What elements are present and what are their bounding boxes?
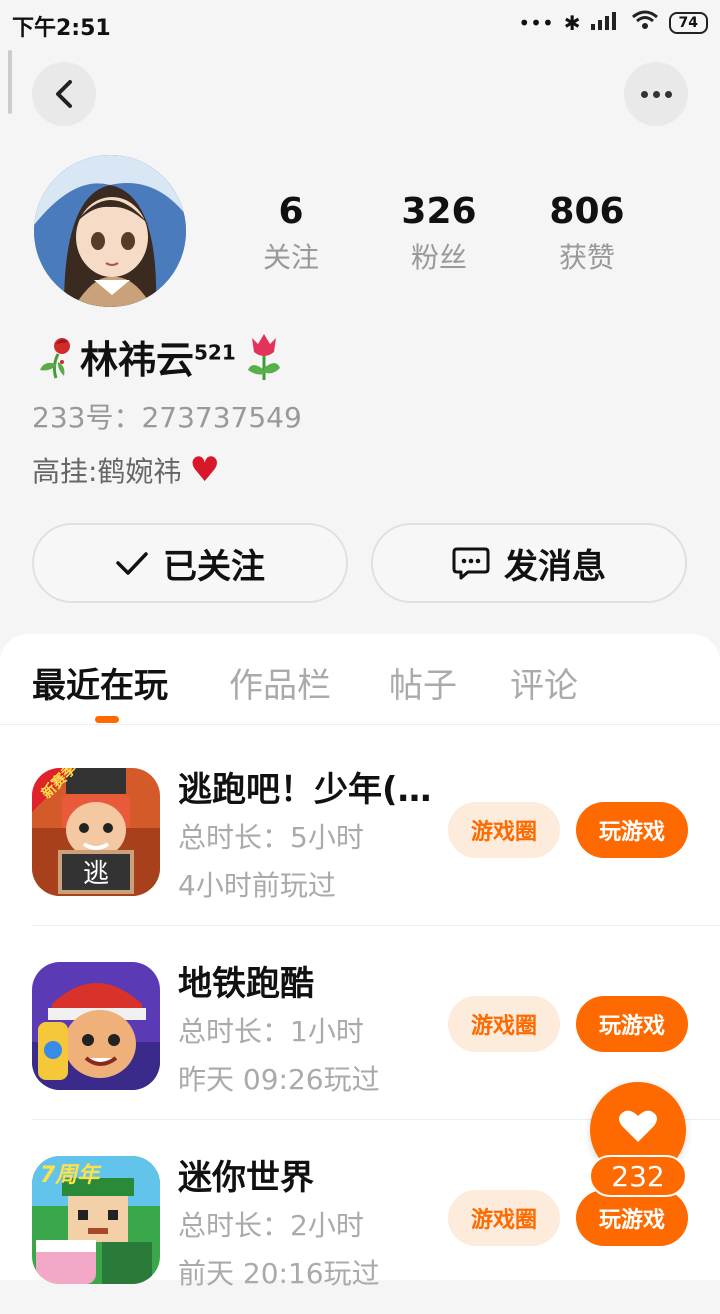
like-count: 232: [589, 1155, 687, 1197]
stat-following-count: 6: [278, 191, 304, 232]
back-button[interactable]: [32, 62, 96, 126]
scroll-indicator: [8, 50, 12, 114]
check-icon: [116, 552, 148, 575]
username-suffix: 521: [194, 339, 236, 364]
bio: 高挂:鹤婉祎 ♥: [32, 450, 220, 490]
stat-likes[interactable]: 806 获赞: [517, 188, 657, 278]
wifi-icon: [631, 10, 659, 35]
status-icons: ••• ✱ 74: [518, 10, 708, 35]
heart-icon: [619, 1110, 657, 1142]
game-circle-button[interactable]: 游戏圈: [448, 996, 560, 1052]
stat-fans-count: 326: [401, 191, 477, 232]
user-id-label: 233号：: [32, 401, 142, 434]
tab-active-indicator: [95, 716, 119, 723]
game-row[interactable]: 逃 新赛季 逃跑吧！少年(... 总时长：5小时 4小时前玩过 游戏圈 玩游戏: [0, 732, 720, 926]
more-button[interactable]: [624, 62, 688, 126]
game-icon[interactable]: 逃 新赛季: [32, 768, 160, 896]
red-heart-icon: ♥: [189, 450, 220, 490]
signal-icon: [590, 10, 621, 35]
status-bar: 下午2:51 ••• ✱ 74: [0, 0, 720, 50]
stat-fans-label: 粉丝: [410, 241, 467, 274]
game-circle-button[interactable]: 游戏圈: [448, 1190, 560, 1246]
bluetooth-icon: ✱: [563, 10, 581, 35]
username-text: 林祎云: [80, 337, 195, 382]
stat-following[interactable]: 6 关注: [221, 188, 361, 278]
play-game-button[interactable]: 玩游戏: [576, 802, 688, 858]
game-last-played: 昨天 09:26玩过: [178, 1063, 380, 1096]
game-title: 逃跑吧！少年(...: [178, 770, 436, 810]
wilted-rose-icon: [40, 338, 70, 379]
stat-fans[interactable]: 326 粉丝: [369, 188, 509, 278]
more-dots-icon: •••: [518, 10, 554, 35]
game-icon-image: [32, 962, 160, 1090]
user-id-value: 273737549: [141, 401, 302, 434]
avatar-image: [34, 155, 186, 307]
game-duration: 总时长：2小时: [178, 1209, 364, 1242]
message-button[interactable]: 发消息: [371, 523, 687, 603]
game-last-played: 4小时前玩过: [178, 869, 336, 902]
battery-indicator: 74: [668, 11, 708, 34]
game-icon-image: 逃 新赛季: [32, 768, 160, 896]
message-button-label: 发消息: [504, 546, 606, 587]
more-icon: [640, 90, 672, 98]
game-circle-button[interactable]: 游戏圈: [448, 802, 560, 858]
tab-posts[interactable]: 帖子: [389, 658, 457, 707]
tab-recent[interactable]: 最近在玩: [32, 658, 168, 707]
game-duration: 总时长：1小时: [178, 1015, 364, 1048]
tab-comments[interactable]: 评论: [510, 658, 578, 707]
game-icon[interactable]: [32, 962, 160, 1090]
tab-bar: 最近在玩 作品栏 帖子 评论: [0, 634, 720, 725]
username: 林祎云521: [80, 329, 236, 384]
stat-following-label: 关注: [262, 241, 319, 274]
avatar[interactable]: [34, 155, 186, 307]
game-last-played: 前天 20:16玩过: [178, 1257, 380, 1290]
user-id: 233号：273737549: [32, 396, 302, 436]
chat-bubble-icon: [452, 547, 490, 580]
username-row: 林祎云521: [32, 326, 286, 386]
tulip-icon: [247, 334, 280, 380]
game-duration: 总时长：5小时: [178, 821, 364, 854]
follow-button[interactable]: 已关注: [32, 523, 348, 603]
game-title: 迷你世界: [178, 1158, 314, 1198]
chevron-left-icon: [56, 80, 72, 108]
tab-works[interactable]: 作品栏: [229, 658, 331, 707]
status-time: 下午2:51: [12, 16, 111, 41]
play-game-button[interactable]: 玩游戏: [576, 1190, 688, 1246]
stat-likes-count: 806: [549, 191, 625, 232]
play-game-button[interactable]: 玩游戏: [576, 996, 688, 1052]
bio-text: 高挂:鹤婉祎: [32, 455, 182, 488]
svg-text:逃: 逃: [83, 859, 109, 889]
svg-text:7周年: 7周年: [40, 1162, 102, 1188]
follow-button-label: 已关注: [163, 546, 265, 587]
game-title: 地铁跑酷: [178, 964, 314, 1004]
game-icon[interactable]: 7周年: [32, 1156, 160, 1284]
game-icon-image: 7周年: [32, 1156, 160, 1284]
stat-likes-label: 获赞: [558, 241, 615, 274]
